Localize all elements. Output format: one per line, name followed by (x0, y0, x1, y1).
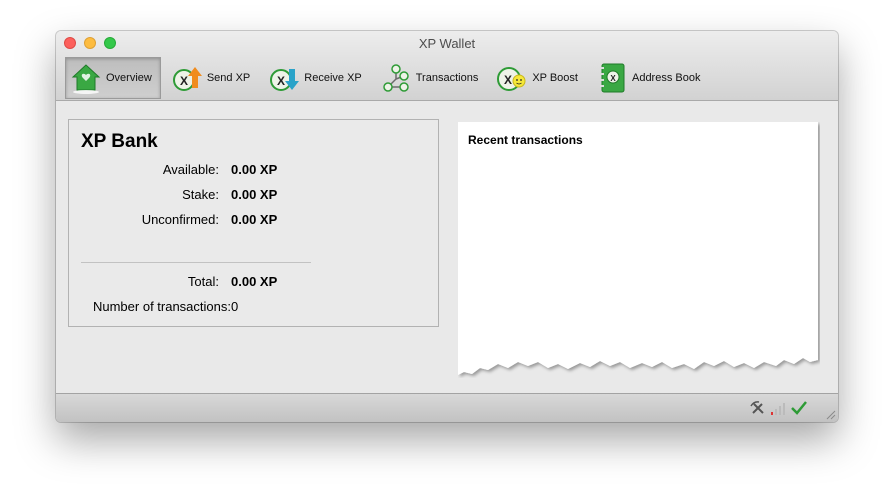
tab-send-label: Send XP (206, 72, 251, 84)
address-book-icon: X (596, 62, 628, 94)
total-label: Total: (187, 274, 219, 289)
divider (81, 262, 311, 263)
tab-overview-label: Overview (106, 72, 152, 84)
torn-paper-background (458, 122, 818, 375)
unconfirmed-value: 0.00 XP (231, 212, 278, 227)
status-icons (746, 400, 808, 416)
recent-transactions-title: Recent transactions (468, 133, 583, 147)
stake-value: 0.00 XP (231, 187, 278, 202)
tx-count-value: 0 (231, 299, 239, 314)
resize-grip[interactable] (824, 408, 836, 420)
bank-title: XP Bank (81, 131, 158, 152)
tab-address-book-label: Address Book (631, 72, 701, 84)
tab-send[interactable]: X Send XP (167, 57, 258, 99)
send-coin-icon: X (171, 62, 203, 94)
stake-label: Stake: (182, 187, 219, 202)
status-bar (56, 393, 838, 422)
available-label: Available: (162, 162, 219, 177)
unconfirmed-label: Unconfirmed: (141, 212, 219, 227)
svg-text:X: X (277, 74, 285, 88)
app-window: XP Wallet Overview X Send XP X Receive X… (56, 31, 838, 422)
home-icon (70, 62, 102, 94)
bank-panel: XP Bank Available: 0.00 XP Stake: 0.00 X… (68, 119, 439, 327)
svg-text:X: X (180, 74, 188, 88)
tab-transactions[interactable]: Transactions (376, 57, 487, 99)
tab-receive[interactable]: X Receive XP (264, 57, 369, 99)
tab-address-book[interactable]: X Address Book (592, 57, 708, 99)
toolbar: Overview X Send XP X Receive XP Transact… (65, 57, 714, 99)
available-value: 0.00 XP (231, 162, 278, 177)
mining-pickaxe-icon[interactable] (750, 400, 766, 416)
tab-boost-label: XP Boost (532, 72, 578, 84)
window-title: XP Wallet (418, 36, 476, 51)
svg-text:X: X (610, 74, 616, 83)
recent-transactions-panel: Recent transactions (458, 122, 820, 378)
receive-coin-icon: X (268, 62, 300, 94)
synced-check-icon[interactable] (790, 400, 808, 416)
signal-strength-icon[interactable] (770, 400, 786, 416)
tab-boost[interactable]: X XP Boost (492, 57, 586, 99)
total-value: 0.00 XP (231, 274, 278, 289)
tx-count-label: Number of transactions: (92, 299, 231, 314)
tab-transactions-label: Transactions (415, 72, 479, 84)
tab-overview[interactable]: Overview (65, 57, 161, 99)
boost-icon: X (496, 62, 528, 94)
tab-receive-label: Receive XP (304, 72, 362, 84)
svg-text:X: X (504, 73, 512, 87)
transactions-tree-icon (380, 62, 412, 94)
titlebar: XP Wallet Overview X Send XP X Receive X… (56, 31, 838, 101)
